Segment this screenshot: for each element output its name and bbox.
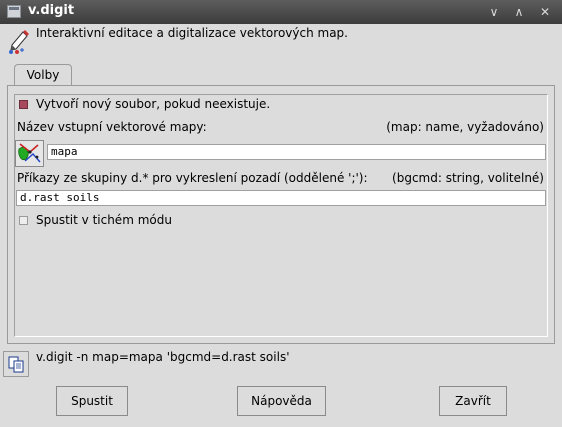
quiet-checkbox[interactable] [19,216,28,225]
window-titlebar[interactable]: v.digit ∨ ∧ ✕ [0,0,562,24]
digitize-pencil-icon [6,28,30,54]
bgcmd-label: Příkazy ze skupiny d.* pro vykreslení po… [17,171,368,185]
module-description: Interaktivní editace a digitalizace vekt… [36,26,348,40]
help-button[interactable]: Nápověda [237,386,326,416]
window-icon [7,5,21,18]
window-title: v.digit [28,3,75,18]
vector-map-icon [18,143,41,163]
select-map-button[interactable] [15,140,44,167]
bgcmd-hint: (bgcmd: string, volitelné) [392,171,544,185]
run-button[interactable]: Spustit [56,386,128,416]
map-input[interactable]: mapa [47,144,546,160]
copy-icon [8,356,24,373]
map-label: Název vstupní vektorové mapy: [17,120,207,134]
create-new-label: Vytvoří nový soubor, pokud neexistuje. [36,97,271,111]
close-button[interactable]: Zavřít [439,386,507,416]
command-preview: v.digit -n map=mapa 'bgcmd=d.rast soils' [36,350,290,364]
quiet-label: Spustit v tichém módu [36,213,172,227]
collapse-icon[interactable]: ∨ [485,3,503,21]
bgcmd-input[interactable]: d.rast soils [16,190,546,206]
copy-command-button[interactable] [3,351,29,377]
maximize-icon[interactable]: ∧ [510,3,528,21]
close-icon[interactable]: ✕ [536,3,554,21]
tab-volby[interactable]: Volby [14,64,72,86]
create-new-checkbox[interactable] [19,100,28,109]
map-hint: (map: name, vyžadováno) [386,120,544,134]
